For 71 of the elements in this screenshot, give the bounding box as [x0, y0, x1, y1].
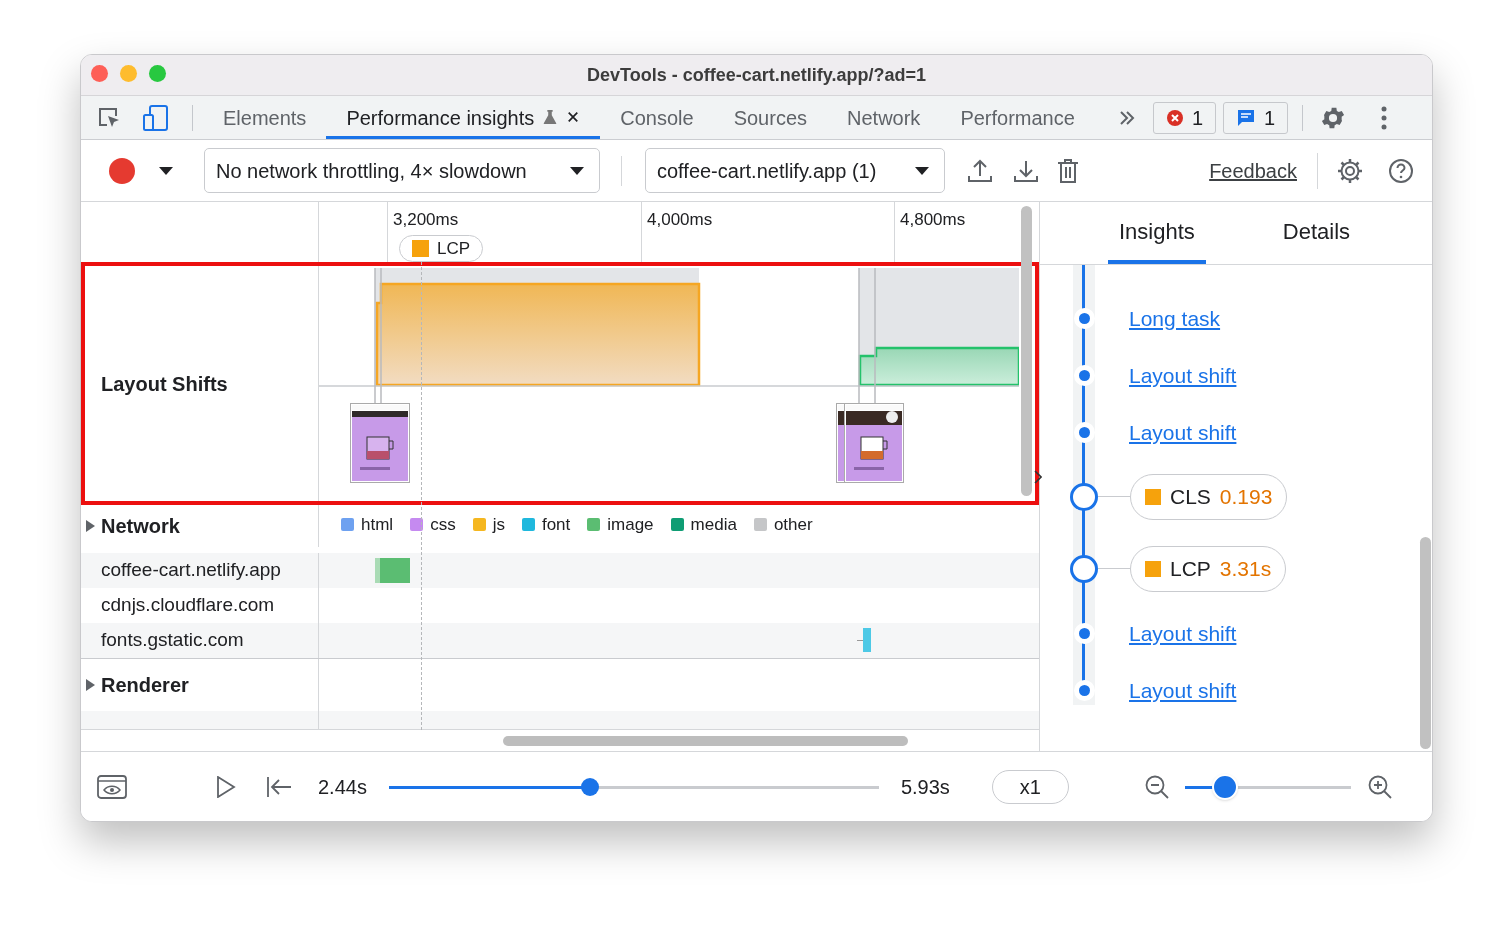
expand-triangle-icon[interactable]: [85, 520, 95, 532]
settings-icon[interactable]: [1337, 157, 1363, 184]
panel-tab[interactable]: Details: [1271, 202, 1362, 264]
help-icon[interactable]: [1388, 157, 1414, 184]
record-button[interactable]: [109, 157, 135, 184]
time-tick-label: 4,000ms: [647, 210, 713, 229]
time-tick-label: 4,800ms: [900, 210, 966, 229]
more-options-icon[interactable]: [1381, 105, 1388, 130]
close-window-button[interactable]: [91, 65, 108, 82]
host-label: fonts.gstatic.com: [101, 628, 244, 653]
vertical-scrollbar[interactable]: [1021, 206, 1032, 496]
insight-link[interactable]: Layout shift: [1129, 359, 1237, 392]
end-time: 5.93s: [900, 774, 950, 800]
recording-dropdown[interactable]: coffee-cart.netlify.app (1): [645, 148, 945, 193]
playback-slider[interactable]: [388, 776, 879, 797]
vertical-scrollbar[interactable]: [1420, 537, 1431, 749]
error-count-button[interactable]: 1: [1152, 101, 1216, 134]
throttling-dropdown[interactable]: No network throttling, 4× slowdown: [204, 148, 600, 193]
skip-to-start-icon[interactable]: [266, 775, 292, 798]
start-time: 2.44s: [318, 774, 367, 800]
devtools-tab[interactable]: Elements: [203, 96, 327, 139]
legend-label: html: [361, 514, 394, 536]
insight-link[interactable]: Long task: [1129, 302, 1221, 335]
feedback-link[interactable]: Feedback: [1209, 155, 1297, 186]
insight-link[interactable]: Layout shift: [1129, 416, 1237, 449]
time-tick-label: 3,200ms: [393, 210, 459, 229]
legend-label: other: [773, 514, 813, 536]
play-icon[interactable]: [216, 775, 236, 798]
error-icon: [1165, 108, 1184, 127]
zoom-in-icon[interactable]: [1366, 773, 1393, 800]
metric-swatch-icon: [1145, 489, 1161, 505]
message-icon: [1236, 107, 1256, 128]
legend-label: media: [690, 514, 737, 536]
expand-triangle-icon[interactable]: [85, 679, 95, 691]
insight-link[interactable]: Layout shift: [1129, 617, 1237, 650]
legend-label: js: [492, 514, 505, 536]
legend-label: css: [430, 514, 456, 536]
caret-icon: [915, 166, 929, 175]
caret-icon: [570, 166, 584, 175]
legend-label: image: [607, 514, 654, 536]
device-toggle-icon[interactable]: [142, 103, 170, 132]
panel-tab[interactable]: Insights: [1108, 202, 1206, 264]
caret-icon[interactable]: [159, 166, 173, 175]
host-label: coffee-cart.netlify.app: [101, 558, 281, 583]
flask-icon: [542, 107, 559, 125]
close-icon[interactable]: [566, 109, 581, 123]
delete-icon[interactable]: [1057, 157, 1079, 184]
message-count-button[interactable]: 1: [1223, 101, 1289, 134]
window-title: DevTools - coffee-cart.netlify.app/?ad=1: [587, 63, 926, 87]
horizontal-scrollbar[interactable]: [503, 736, 908, 746]
lcp-swatch-icon: [412, 240, 429, 257]
track-label: Renderer: [101, 675, 189, 695]
host-label: cdnjs.cloudflare.com: [101, 593, 275, 618]
legend-label: font: [541, 514, 571, 536]
track-label: Network: [101, 514, 180, 539]
timeline-node: [1070, 555, 1098, 583]
lcp-marker[interactable]: LCP: [399, 235, 484, 262]
devtools-tab[interactable]: Sources: [713, 96, 827, 139]
devtools-tab[interactable]: Console: [600, 96, 714, 139]
zoom-out-icon[interactable]: [1143, 773, 1170, 800]
metric-pill[interactable]: CLS 0.193: [1130, 474, 1288, 520]
track-label: Layout Shifts: [101, 371, 228, 397]
devtools-tab[interactable]: Performance: [940, 96, 1095, 139]
devtools-tab[interactable]: Network: [827, 96, 941, 139]
screenshots-toggle-icon[interactable]: [97, 774, 127, 799]
metric-pill[interactable]: LCP 3.31s: [1130, 546, 1287, 592]
timeline-node: [1070, 483, 1098, 511]
upload-icon[interactable]: [967, 157, 993, 184]
insight-link[interactable]: Layout shift: [1129, 674, 1237, 707]
expand-panel-icon[interactable]: [1034, 470, 1042, 484]
metric-swatch-icon: [1145, 561, 1161, 577]
